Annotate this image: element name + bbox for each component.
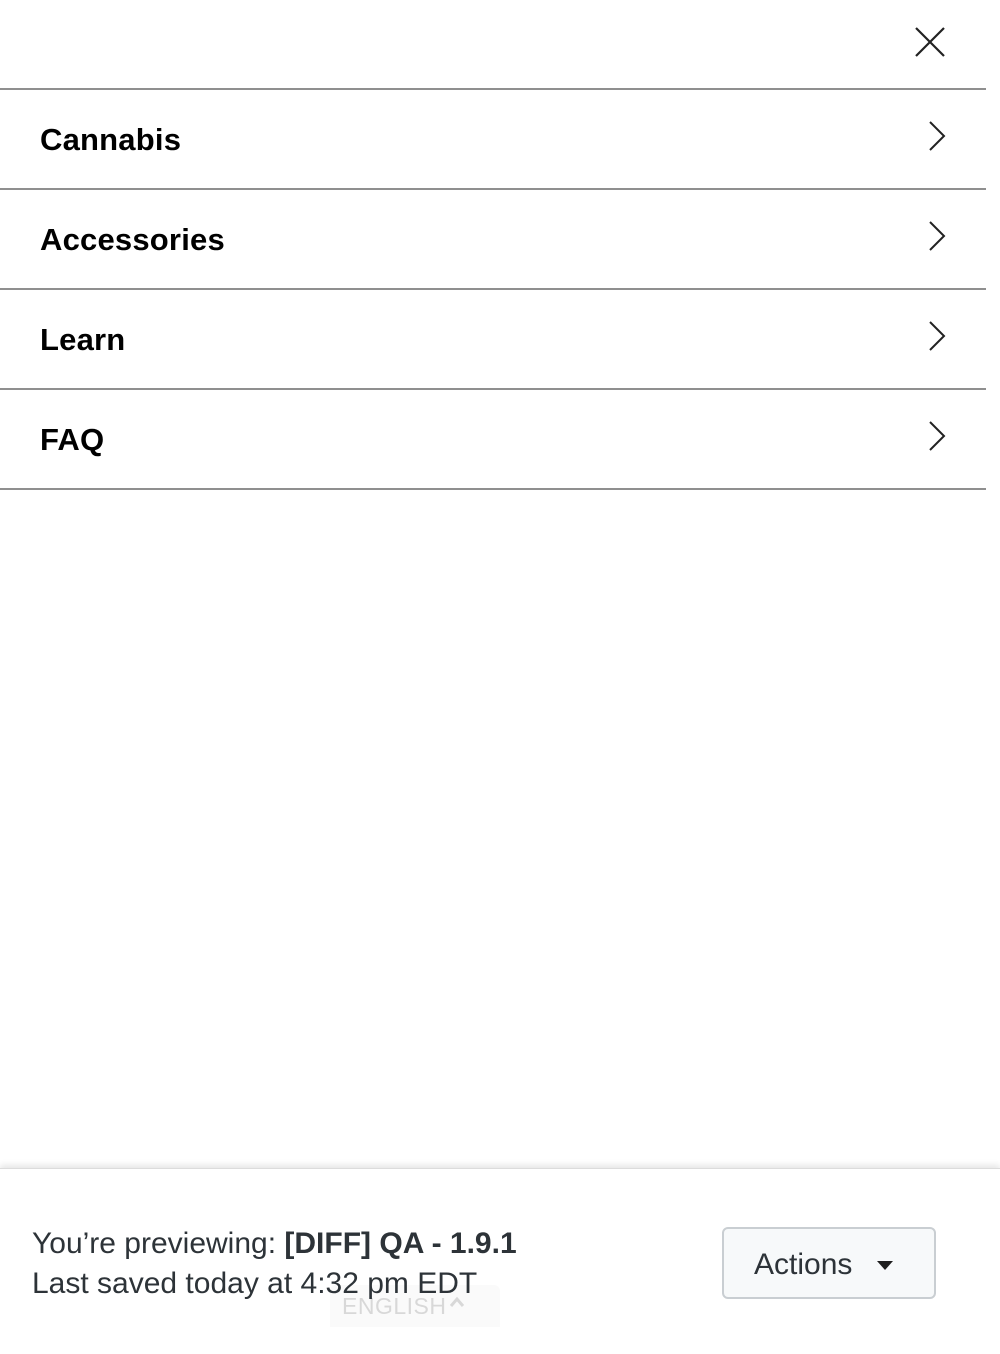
menu-item-label: Accessories xyxy=(40,222,225,257)
chevron-right-icon xyxy=(924,218,948,254)
actions-label: Actions xyxy=(754,1248,853,1281)
menu-item-learn[interactable]: Learn xyxy=(0,288,986,388)
chevron-right-icon xyxy=(924,318,948,354)
preview-prefix: You’re previewing: xyxy=(32,1227,285,1260)
close-icon xyxy=(915,27,945,57)
close-menu-button[interactable] xyxy=(908,20,952,64)
preview-theme-name: [DIFF] QA - 1.9.1 xyxy=(284,1227,517,1260)
menu-item-accessories[interactable]: Accessories xyxy=(0,188,986,288)
menu-item-faq[interactable]: FAQ xyxy=(0,388,986,490)
chevron-right-icon xyxy=(924,118,948,154)
caret-down-icon xyxy=(877,1261,893,1270)
menu-nav-list: Cannabis Accessories Learn FAQ xyxy=(0,88,986,490)
menu-item-label: FAQ xyxy=(40,422,105,457)
theme-preview-bar: ENGLISH You’re previewing: [DIFF] QA - 1… xyxy=(0,1168,1000,1354)
chevron-right-icon xyxy=(924,418,948,454)
menu-item-cannabis[interactable]: Cannabis xyxy=(0,88,986,188)
last-saved-text: Last saved today at 4:32 pm EDT xyxy=(32,1267,478,1300)
actions-button[interactable]: Actions xyxy=(722,1227,936,1299)
mobile-menu-page: Cannabis Accessories Learn FAQ ENGLISH Y… xyxy=(0,0,1000,1354)
menu-item-label: Learn xyxy=(40,322,126,357)
preview-status-text: You’re previewing: [DIFF] QA - 1.9.1 xyxy=(32,1226,517,1262)
menu-item-label: Cannabis xyxy=(40,122,182,157)
